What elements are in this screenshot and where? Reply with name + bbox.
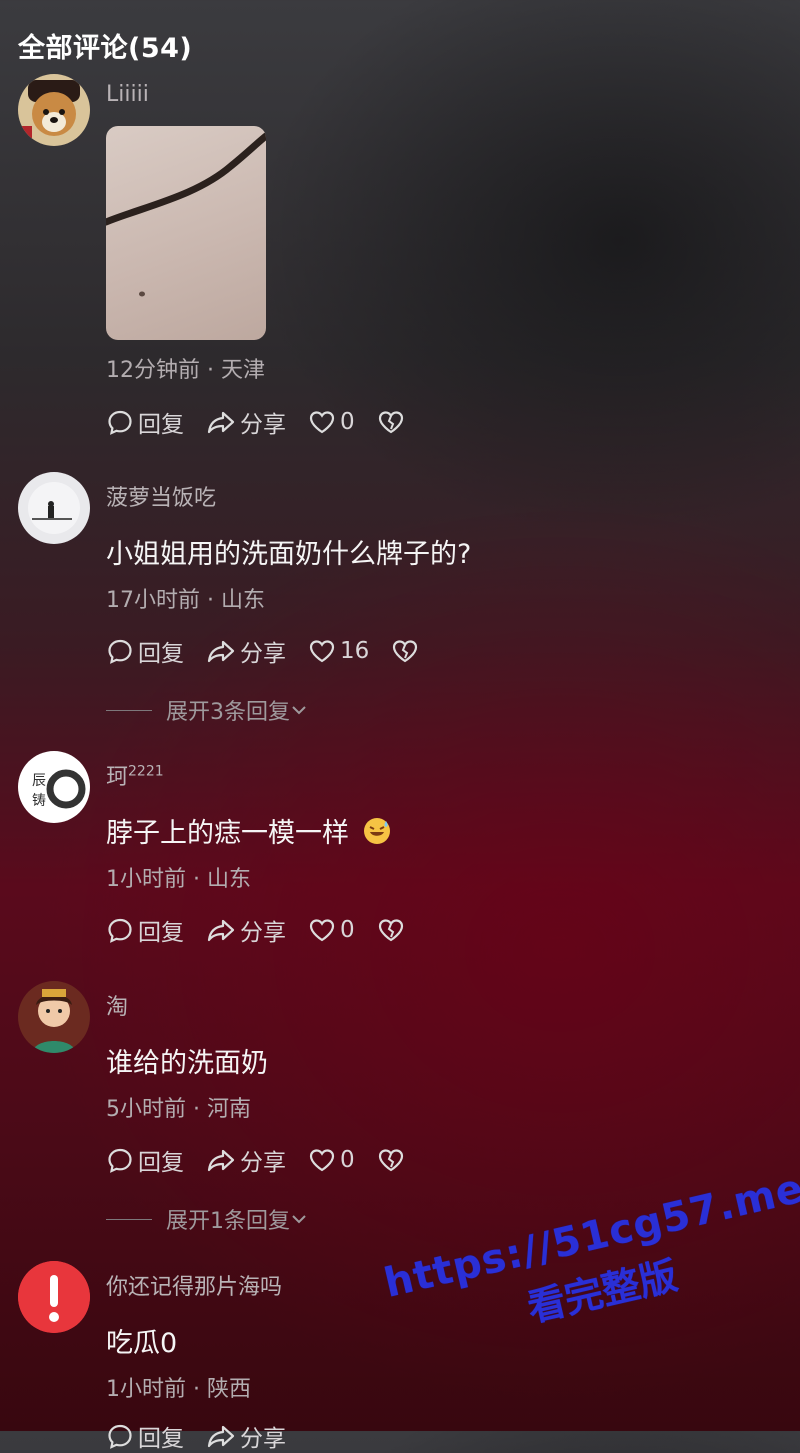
share-label: 分享 <box>240 1150 286 1176</box>
comment-author[interactable]: 淘 <box>106 989 128 1021</box>
reply-button[interactable]: 回复 <box>106 1419 184 1453</box>
watermark: https://51cg57.me 看完整版 <box>380 1165 800 1418</box>
comment-text-body: 脖子上的痣一模一样 <box>106 818 349 849</box>
comments-header: 全部评论(54) <box>18 33 193 64</box>
avatar[interactable] <box>18 981 90 1053</box>
comment-meta: 1小时前 · 陕西 <box>106 1377 251 1402</box>
dislike-button[interactable] <box>377 917 409 943</box>
reply-bubble-icon <box>108 1424 132 1449</box>
like-count: 0 <box>340 409 355 435</box>
broken-heart-icon <box>378 1149 403 1172</box>
reply-bubble-icon <box>108 410 132 435</box>
comment-author-name: 珂 <box>106 765 129 790</box>
reply-button[interactable]: 回复 <box>106 634 184 668</box>
share-label: 分享 <box>240 641 286 667</box>
avatar[interactable] <box>18 74 90 146</box>
chevron-down-icon <box>292 706 306 715</box>
dislike-button[interactable] <box>377 1147 409 1173</box>
broken-heart-icon <box>378 919 403 942</box>
svg-text:辰: 辰 <box>32 773 46 789</box>
divider <box>106 709 152 711</box>
comment-author[interactable]: Liiiii <box>106 82 149 107</box>
share-label: 分享 <box>240 412 286 438</box>
reply-label: 回复 <box>138 920 184 946</box>
heart-icon <box>309 919 335 942</box>
share-button[interactable]: 分享 <box>206 634 286 668</box>
avatar[interactable] <box>18 472 90 544</box>
dislike-button[interactable] <box>391 638 423 664</box>
comment-author-suffix: 2221 <box>128 763 164 780</box>
share-label: 分享 <box>240 920 286 946</box>
share-arrow-icon <box>207 640 235 663</box>
share-button[interactable]: 分享 <box>206 405 286 439</box>
share-arrow-icon <box>207 1149 235 1172</box>
reply-bubble-icon <box>108 639 132 664</box>
reply-label: 回复 <box>138 412 184 438</box>
reply-label: 回复 <box>138 641 184 667</box>
reply-bubble-icon <box>108 1148 132 1173</box>
heart-icon <box>309 411 335 434</box>
heart-icon <box>309 1149 335 1172</box>
reply-label: 回复 <box>138 1426 184 1452</box>
svg-text:铸: 铸 <box>32 793 46 809</box>
comment-meta: 17小时前 · 山东 <box>106 588 265 613</box>
expand-replies-button[interactable]: 展开1条回复 <box>106 1203 308 1235</box>
avatar[interactable] <box>18 1261 90 1333</box>
broken-heart-icon <box>378 411 403 434</box>
comment-meta: 1小时前 · 山东 <box>106 867 251 892</box>
warning-icon <box>18 1261 90 1333</box>
heart-icon <box>309 640 335 663</box>
reply-label: 回复 <box>138 1150 184 1176</box>
expand-replies-label: 展开3条回复 <box>166 700 290 725</box>
divider <box>106 1218 152 1220</box>
comment-meta: 12分钟前 · 天津 <box>106 358 265 383</box>
grinning-sweat-emoji-icon <box>363 818 390 844</box>
share-arrow-icon <box>207 919 235 942</box>
expand-replies-label: 展开1条回复 <box>166 1209 290 1234</box>
like-count: 16 <box>340 638 370 664</box>
like-button[interactable]: 0 <box>308 917 355 943</box>
comment-text: 脖子上的痣一模一样 <box>106 811 392 850</box>
comment-image[interactable] <box>106 126 266 340</box>
share-button[interactable]: 分享 <box>206 1143 286 1177</box>
comment-actions: 回复 分享 0 <box>106 1143 431 1177</box>
share-arrow-icon <box>207 1425 235 1448</box>
expand-replies-button[interactable]: 展开3条回复 <box>106 694 308 726</box>
dislike-button[interactable] <box>377 409 409 435</box>
comment-actions: 回复 分享 0 <box>106 405 431 439</box>
comment-text: 小姐姐用的洗面奶什么牌子的? <box>106 539 472 570</box>
like-button[interactable]: 0 <box>308 1147 355 1173</box>
comment-meta: 5小时前 · 河南 <box>106 1097 251 1122</box>
comment-actions: 回复 分享 <box>106 1419 308 1453</box>
comment-actions: 回复 分享 0 <box>106 913 431 947</box>
reply-button[interactable]: 回复 <box>106 405 184 439</box>
like-button[interactable]: 0 <box>308 409 355 435</box>
reply-bubble-icon <box>108 918 132 943</box>
comment-text: 谁给的洗面奶 <box>106 1048 268 1079</box>
reply-button[interactable]: 回复 <box>106 913 184 947</box>
share-arrow-icon <box>207 411 235 434</box>
comment-author[interactable]: 你还记得那片海吗 <box>106 1269 282 1301</box>
reply-button[interactable]: 回复 <box>106 1143 184 1177</box>
comment-author[interactable]: 珂2221 <box>106 759 164 791</box>
like-count: 0 <box>340 917 355 943</box>
avatar[interactable]: 辰 铸 <box>18 751 90 823</box>
like-count: 0 <box>340 1147 355 1173</box>
share-label: 分享 <box>240 1426 286 1452</box>
comment-text: 吃瓜0 <box>106 1328 178 1359</box>
share-button[interactable]: 分享 <box>206 913 286 947</box>
chevron-down-icon <box>292 1215 306 1224</box>
comment-author[interactable]: 菠萝当饭吃 <box>106 480 216 512</box>
share-button[interactable]: 分享 <box>206 1419 286 1453</box>
comment-actions: 回复 分享 16 <box>106 634 445 668</box>
broken-heart-icon <box>393 640 418 663</box>
like-button[interactable]: 16 <box>308 638 369 664</box>
